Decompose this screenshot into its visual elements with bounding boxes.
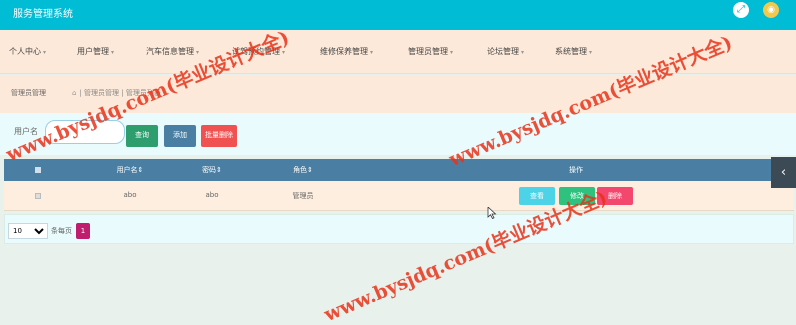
chevron-down-icon: ▾	[196, 49, 200, 56]
chevron-left-icon[interactable]: ‹	[771, 157, 796, 188]
per-page-label: 条每页	[51, 227, 72, 235]
nav-item-test-drive[interactable]: 试驾预约管理 ▾	[232, 46, 285, 57]
chevron-down-icon: ▾	[111, 49, 115, 56]
breadcrumb-path: ⌂ | 管理员管理 | 管理员列表	[72, 89, 161, 97]
top-bar: 服务管理系统 ⤢ ◉	[0, 0, 796, 30]
nav-item-forum[interactable]: 论坛管理 ▾	[487, 46, 524, 57]
app-title: 服务管理系统	[13, 9, 73, 20]
add-button[interactable]: 添加	[164, 125, 196, 147]
view-button[interactable]: 查看	[519, 187, 555, 205]
page-number-button[interactable]: 1	[76, 223, 90, 239]
row-checkbox[interactable]	[35, 193, 41, 199]
cell-username: abo	[123, 191, 137, 199]
select-all-checkbox[interactable]	[35, 167, 41, 173]
column-header-username[interactable]: 用户名⇕	[100, 165, 160, 175]
search-button[interactable]: 查询	[126, 125, 158, 147]
nav-item-system[interactable]: 系统管理 ▾	[555, 46, 592, 57]
username-search-input[interactable]	[45, 120, 125, 144]
mouse-cursor-icon	[487, 207, 497, 219]
main-nav: 个人中心 ▾ 用户管理 ▾ 汽车信息管理 ▾ 试驾预约管理 ▾ 维修保养管理 ▾ 管理员管…	[0, 30, 796, 74]
nav-item-personal-center[interactable]: 个人中心 ▾	[9, 46, 46, 57]
batch-delete-button[interactable]: 批量删除	[201, 125, 237, 147]
admin-table: 用户名⇕ 密码⇕ 角色⇕ 操作 abo abo 管理员 查看 修改 删除	[4, 159, 794, 213]
search-bar: 用户名 查询 添加 批量删除	[0, 113, 796, 155]
cell-password: abo	[205, 191, 219, 199]
chevron-down-icon: ▾	[450, 49, 454, 56]
chevron-down-icon: ▾	[282, 49, 286, 56]
column-header-password[interactable]: 密码⇕	[184, 165, 240, 175]
fullscreen-icon[interactable]: ⤢	[733, 2, 749, 18]
nav-item-maintenance[interactable]: 维修保养管理 ▾	[320, 46, 373, 57]
column-header-actions: 操作	[569, 166, 583, 174]
avatar-icon[interactable]: ◉	[763, 2, 779, 18]
page-title: 管理员管理	[11, 89, 46, 97]
chevron-down-icon: ▾	[370, 49, 374, 56]
column-header-role[interactable]: 角色⇕	[280, 165, 326, 175]
home-icon[interactable]: ⌂	[72, 89, 76, 97]
nav-item-user-management[interactable]: 用户管理 ▾	[77, 46, 114, 57]
chevron-down-icon: ▾	[43, 49, 47, 56]
delete-button[interactable]: 删除	[597, 187, 633, 205]
chevron-down-icon: ▾	[521, 49, 525, 56]
page-size-select[interactable]: 10	[8, 223, 48, 239]
table-row: abo abo 管理员 查看 修改 删除	[4, 181, 794, 211]
nav-item-car-info[interactable]: 汽车信息管理 ▾	[146, 46, 199, 57]
pagination: 10 条每页 1	[4, 214, 794, 244]
chevron-down-icon: ▾	[589, 49, 593, 56]
edit-button[interactable]: 修改	[559, 187, 595, 205]
cell-role: 管理员	[292, 192, 314, 200]
username-label: 用户名	[14, 127, 38, 136]
breadcrumb: 管理员管理 ⌂ | 管理员管理 | 管理员列表	[0, 75, 796, 113]
table-header: 用户名⇕ 密码⇕ 角色⇕ 操作	[4, 159, 794, 181]
nav-item-admin-management[interactable]: 管理员管理 ▾	[408, 46, 453, 57]
